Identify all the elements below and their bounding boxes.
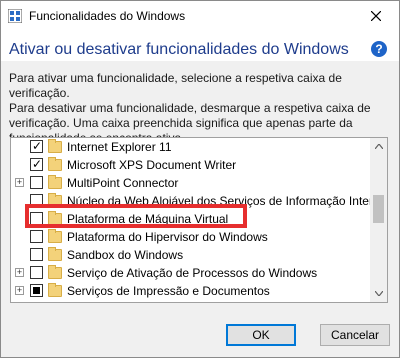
ok-button[interactable]: OK	[226, 324, 296, 346]
windows-features-icon	[8, 9, 22, 23]
features-dialog: Funcionalidades do Windows Ativar ou des…	[0, 0, 400, 358]
folder-icon	[48, 265, 62, 279]
instructions-line: verificação. Uma caixa preenchida signif…	[9, 116, 353, 130]
feature-checkbox[interactable]	[30, 248, 43, 261]
scroll-down-button[interactable]	[370, 285, 387, 302]
feature-checkbox[interactable]: ✓	[30, 139, 43, 153]
folder-icon	[48, 175, 62, 189]
chevron-down-icon	[374, 291, 383, 296]
feature-label: Internet Explorer 11	[67, 140, 172, 154]
folder-icon	[48, 283, 62, 297]
scroll-up-button[interactable]	[370, 138, 387, 155]
tree-item-hypervisor-platform[interactable]: Plataforma do Hipervisor do Windows	[11, 228, 371, 246]
feature-checkbox[interactable]	[30, 266, 43, 279]
tree-item-print-document-services[interactable]: + Serviços de Impressão e Documentos	[11, 282, 371, 300]
chevron-up-icon	[374, 144, 383, 149]
partial-check-icon	[33, 287, 40, 294]
folder-icon	[48, 157, 62, 171]
feature-checkbox[interactable]	[30, 176, 43, 189]
feature-label: Microsoft XPS Document Writer	[67, 158, 237, 172]
tree-item-process-activation[interactable]: + Serviço de Ativação de Processos do Wi…	[11, 264, 371, 282]
checkmark-icon: ✓	[32, 139, 43, 153]
close-icon	[371, 11, 381, 21]
tree-item-multipoint[interactable]: + MultiPoint Connector	[11, 174, 371, 192]
cancel-button[interactable]: Cancelar	[320, 324, 390, 346]
feature-label: Serviços de Impressão e Documentos	[67, 284, 270, 298]
feature-checkbox[interactable]: ✓	[30, 157, 43, 171]
folder-icon	[48, 247, 62, 261]
scroll-thumb[interactable]	[373, 195, 384, 223]
feature-label: MultiPoint Connector	[67, 176, 179, 190]
expand-icon[interactable]: +	[15, 178, 24, 187]
tree-item-windows-sandbox[interactable]: Sandbox do Windows	[11, 246, 371, 264]
feature-checkbox[interactable]	[30, 230, 43, 243]
window-title: Funcionalidades do Windows	[29, 9, 186, 23]
dialog-header: Ativar ou desativar funcionalidades do W…	[1, 31, 399, 61]
feature-label: Serviço de Ativação de Processos do Wind…	[67, 266, 318, 280]
folder-icon	[48, 139, 62, 153]
expand-icon[interactable]: +	[15, 286, 24, 295]
page-title: Ativar ou desativar funcionalidades do W…	[9, 41, 349, 58]
instructions-line: Para desativar uma funcionalidade, desma…	[9, 101, 371, 115]
folder-icon	[48, 229, 62, 243]
feature-label: Sandbox do Windows	[67, 248, 184, 262]
checkmark-icon: ✓	[32, 157, 43, 171]
expand-icon[interactable]: +	[15, 268, 24, 277]
tree-scrollbar[interactable]	[370, 138, 387, 302]
feature-label: Plataforma do Hipervisor do Windows	[67, 230, 268, 244]
help-icon[interactable]: ?	[371, 41, 387, 57]
feature-checkbox[interactable]	[30, 284, 43, 297]
close-button[interactable]	[353, 1, 399, 31]
highlight-box	[25, 204, 247, 228]
tree-item-internet-explorer[interactable]: ✓ Internet Explorer 11	[11, 138, 371, 156]
title-bar: Funcionalidades do Windows	[1, 1, 399, 31]
instructions-line: Para ativar uma funcionalidade, selecion…	[9, 71, 342, 100]
tree-item-xps-writer[interactable]: ✓ Microsoft XPS Document Writer	[11, 156, 371, 174]
instructions-text: Para ativar uma funcionalidade, selecion…	[9, 71, 393, 146]
